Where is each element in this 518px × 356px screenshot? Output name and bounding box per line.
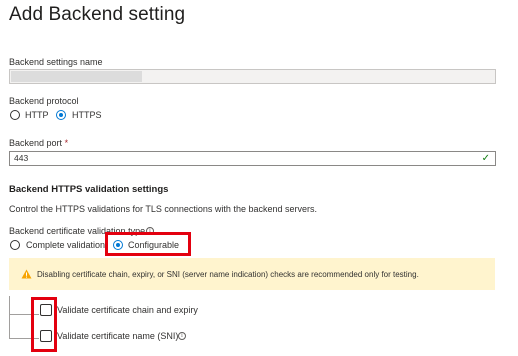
highlight-box-configurable: [105, 232, 191, 256]
backend-settings-name-label: Backend settings name: [9, 57, 103, 67]
backend-port-value: 443: [14, 153, 29, 163]
complete-validation-label[interactable]: Complete validation: [26, 240, 105, 250]
complete-validation-radio[interactable]: [10, 240, 20, 250]
redacted-value: [11, 71, 142, 82]
warning-text: Disabling certificate chain, expiry, or …: [37, 270, 419, 279]
backend-port-label-text: Backend port: [9, 138, 63, 148]
protocol-http-radio[interactable]: [10, 110, 20, 120]
tree-line-vertical: [9, 296, 10, 338]
https-validation-description: Control the HTTPS validations for TLS co…: [9, 204, 317, 214]
backend-port-label: Backend port *: [9, 138, 68, 148]
warning-message-bar: Disabling certificate chain, expiry, or …: [9, 258, 495, 290]
checkmark-icon: ✓: [481, 153, 490, 164]
highlight-box-checkboxes: [31, 297, 57, 352]
page-title: Add Backend setting: [9, 4, 186, 25]
required-marker: *: [64, 138, 69, 148]
backend-protocol-label: Backend protocol: [9, 96, 79, 106]
validate-sni-label[interactable]: Validate certificate name (SNI): [57, 331, 178, 341]
info-icon[interactable]: i: [178, 332, 186, 340]
protocol-https-radio[interactable]: [56, 110, 66, 120]
warning-triangle-icon: [21, 269, 32, 279]
protocol-http-label[interactable]: HTTP: [25, 110, 49, 120]
validate-chain-label[interactable]: Validate certificate chain and expiry: [57, 305, 198, 315]
https-validation-section-title: Backend HTTPS validation settings: [9, 184, 169, 195]
backend-settings-name-field[interactable]: [9, 69, 496, 84]
protocol-https-label[interactable]: HTTPS: [72, 110, 102, 120]
backend-port-input[interactable]: 443 ✓: [9, 151, 496, 166]
add-backend-setting-panel: Add Backend setting Backend settings nam…: [0, 0, 518, 356]
